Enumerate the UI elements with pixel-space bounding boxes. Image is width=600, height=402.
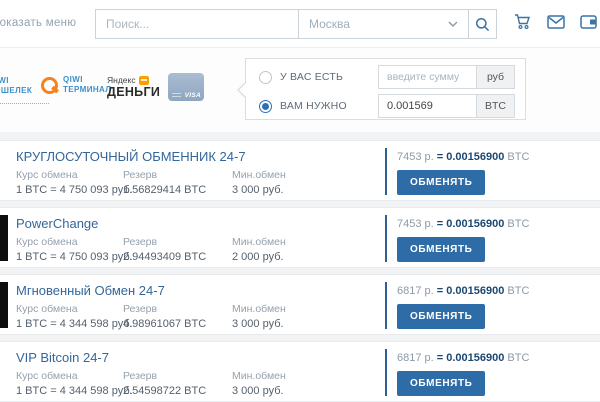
chevron-down-icon <box>448 21 458 27</box>
rate-label: Курс обмена <box>16 236 133 248</box>
rate-value: 1 BTC = 4 344 598 руб. <box>16 318 133 330</box>
qiwi-wallet-line1: QIWI <box>0 76 32 86</box>
result-line: 6817 р. = 0.00156900 BTC <box>397 352 529 364</box>
top-bar: Показать меню Москва 0.0 <box>0 0 600 48</box>
reserve-label: Резерв <box>123 370 206 382</box>
reserve-value: 2.94493409 BTC <box>123 251 206 263</box>
min-label: Мин.обмен <box>232 303 286 315</box>
payment-qiwi-wallet[interactable]: QIWI КОШЕЛЕК <box>0 76 32 96</box>
exchanger-title-link[interactable]: Мгновенный Обмен 24-7 <box>16 283 165 298</box>
qiwi-logo-icon <box>41 77 58 94</box>
exchanger-logo <box>0 148 8 194</box>
have-row: У ВАС ЕСТЬ руб <box>259 65 515 89</box>
reserve-value: 2.54598722 BTC <box>123 385 206 397</box>
exchanger-row: КРУГЛОСУТОЧНЫЙ ОБМЕННИК 24-7 Курс обмена… <box>0 140 600 201</box>
exchanger-logo <box>0 215 8 261</box>
selected-underline <box>0 103 49 104</box>
rate-label: Курс обмена <box>16 169 133 181</box>
city-select-value: Москва <box>309 17 350 31</box>
need-amount-input[interactable] <box>378 94 477 118</box>
payment-yandex-money[interactable]: Яндекс ДЕНЬГИ <box>107 75 160 99</box>
filter-section: QIWI КОШЕЛЕК QIWI ТЕРМИНАЛ Яндекс ДЕНЬГИ… <box>0 48 600 132</box>
min-value: 3 000 руб. <box>232 184 286 196</box>
search-button[interactable] <box>468 10 496 38</box>
exchanger-row: Мгновенный Обмен 24-7 Курс обмена 1 BTC =… <box>0 274 600 335</box>
reserve-value: 1.56829414 BTC <box>123 184 206 196</box>
min-label: Мин.обмен <box>232 236 286 248</box>
min-value: 3 000 руб. <box>232 385 286 397</box>
reserve-label: Резерв <box>123 169 206 181</box>
show-menu-button[interactable]: Показать меню <box>0 17 76 29</box>
qiwi-terminal-line1: QIWI <box>63 75 111 85</box>
min-label: Мин.обмен <box>232 370 286 382</box>
reserve-label: Резерв <box>123 303 206 315</box>
exchange-button[interactable]: ОБМЕНЯТЬ <box>397 170 485 195</box>
qiwi-terminal-line2: ТЕРМИНАЛ <box>63 85 111 95</box>
yandex-purse-icon <box>139 76 149 85</box>
rate-label: Курс обмена <box>16 303 133 315</box>
header-icons: 0.0 <box>514 13 600 30</box>
exchanger-title-link[interactable]: VIP Bitcoin 24-7 <box>16 350 109 365</box>
divider <box>385 349 387 396</box>
yandex-money-label: ДЕНЬГИ <box>107 85 160 99</box>
cart-icon[interactable] <box>514 13 532 30</box>
wallet-icon <box>580 15 597 29</box>
need-radio[interactable] <box>259 100 272 113</box>
exchange-button[interactable]: ОБМЕНЯТЬ <box>397 237 485 262</box>
have-label[interactable]: У ВАС ЕСТЬ <box>280 71 343 83</box>
exchanger-row: VIP Bitcoin 24-7 Курс обмена 1 BTC = 4 34… <box>0 341 600 402</box>
exchange-calculator: У ВАС ЕСТЬ руб ВАМ НУЖНО BTC <box>245 58 526 120</box>
visa-label: VISA <box>185 92 201 99</box>
card-chip-icon <box>172 93 181 97</box>
rate-value: 1 BTC = 4 750 093 руб. <box>16 251 133 263</box>
have-currency: руб <box>477 65 515 89</box>
mail-icon[interactable] <box>547 15 565 29</box>
have-radio[interactable] <box>259 71 272 84</box>
need-label[interactable]: ВАМ НУЖНО <box>280 100 347 112</box>
divider <box>385 148 387 195</box>
exchanger-title-link[interactable]: PowerChange <box>16 216 98 231</box>
divider <box>385 282 387 329</box>
rate-label: Курс обмена <box>16 370 133 382</box>
result-line: 7453 р. = 0.00156900 BTC <box>397 218 529 230</box>
exchange-button[interactable]: ОБМЕНЯТЬ <box>397 304 485 329</box>
payment-qiwi-terminal[interactable]: QIWI ТЕРМИНАЛ <box>41 75 111 95</box>
city-select[interactable]: Москва <box>298 10 468 38</box>
search-input[interactable] <box>96 10 298 38</box>
rate-value: 1 BTC = 4 750 093 руб. <box>16 184 133 196</box>
min-value: 2 000 руб. <box>232 251 286 263</box>
reserve-label: Резерв <box>123 236 206 248</box>
exchanger-logo <box>0 282 8 328</box>
rate-value: 1 BTC = 4 344 598 руб. <box>16 385 133 397</box>
have-amount-input[interactable] <box>378 65 477 89</box>
exchange-button[interactable]: ОБМЕНЯТЬ <box>397 371 485 396</box>
search-icon <box>475 17 490 32</box>
min-label: Мин.обмен <box>232 169 286 181</box>
yandex-name: Яндекс <box>107 75 136 85</box>
exchanger-list: КРУГЛОСУТОЧНЫЙ ОБМЕННИК 24-7 Курс обмена… <box>0 132 600 400</box>
qiwi-wallet-line2: КОШЕЛЕК <box>0 86 32 96</box>
search-bar: Москва <box>95 9 497 39</box>
exchanger-row: PowerChange Курс обмена 1 BTC = 4 750 093… <box>0 207 600 268</box>
result-line: 6817 р. = 0.00156900 BTC <box>397 285 529 297</box>
payment-bank-card[interactable]: VISA <box>168 73 204 101</box>
need-currency: BTC <box>477 94 515 118</box>
need-row: ВАМ НУЖНО BTC <box>259 94 515 118</box>
min-value: 3 000 руб. <box>232 318 286 330</box>
exchanger-title-link[interactable]: КРУГЛОСУТОЧНЫЙ ОБМЕННИК 24-7 <box>16 149 246 164</box>
exchanger-logo <box>0 349 8 395</box>
result-line: 7453 р. = 0.00156900 BTC <box>397 151 529 163</box>
reserve-value: 4.98961067 BTC <box>123 318 206 330</box>
wallet-widget[interactable]: 0.0 <box>580 15 600 29</box>
divider <box>385 215 387 262</box>
